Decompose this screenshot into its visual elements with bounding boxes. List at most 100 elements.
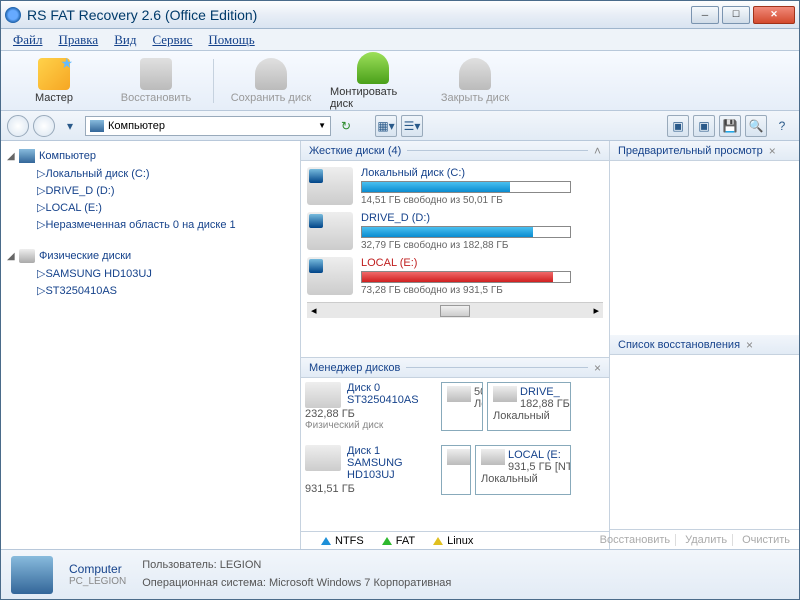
wizard-icon	[38, 58, 70, 90]
address-text: Компьютер	[108, 120, 165, 132]
save-disk-button[interactable]: Сохранить диск	[226, 56, 316, 106]
expand-icon[interactable]: ▷	[37, 218, 45, 231]
tree-drive-d-label: DRIVE_D (D:)	[45, 185, 114, 197]
disk-size: 931,51 ГБ	[305, 483, 435, 495]
user-label: Пользователь:	[142, 559, 216, 571]
expand-icon[interactable]: ▷	[37, 184, 45, 197]
close-icon[interactable]: ×	[769, 144, 776, 158]
tree-phy-2[interactable]: ▷ST3250410AS	[7, 282, 294, 299]
user-value: LEGION	[220, 559, 262, 571]
tree-phy1-label: SAMSUNG HD103UJ	[45, 268, 151, 280]
address-bar[interactable]: Компьютер ▼	[85, 116, 331, 136]
nav-forward-button[interactable]	[33, 115, 55, 137]
hdd-icon	[19, 249, 35, 263]
disk-icon	[305, 382, 341, 408]
expand-icon[interactable]: ▷	[37, 267, 45, 280]
menubar: Файл Правка Вид Сервис Помощь	[1, 29, 799, 51]
icon-btn-2[interactable]: ▣	[693, 115, 715, 137]
icon-btn-1[interactable]: ▣	[667, 115, 689, 137]
tree-physical-label: Физические диски	[39, 250, 131, 262]
computer-icon	[19, 149, 35, 163]
group-button[interactable]: ☰▾	[401, 115, 423, 137]
partition[interactable]: DRIVE_182,88 ГБ [Локальный	[487, 382, 571, 431]
window-controls: ─ ☐ ✕	[691, 6, 795, 24]
minimize-button[interactable]: ─	[691, 6, 719, 24]
wizard-button[interactable]: Мастер	[9, 56, 99, 106]
restore-button[interactable]: Восстановить	[111, 56, 201, 106]
menu-view[interactable]: Вид	[106, 30, 144, 50]
help-icon[interactable]: ?	[771, 115, 793, 137]
restore-link[interactable]: Восстановить	[595, 534, 676, 546]
disk-row[interactable]: Диск 0 ST3250410AS 232,88 ГБ Физический …	[305, 382, 605, 431]
status-computer: Computer	[69, 562, 126, 576]
menu-edit[interactable]: Правка	[51, 30, 107, 50]
drive-icon	[307, 167, 353, 205]
tree-unalloc-label: Неразмеченная область 0 на диске 1	[45, 219, 235, 231]
address-dropdown-icon[interactable]: ▼	[318, 121, 326, 130]
close-disk-label: Закрыть диск	[441, 92, 509, 104]
computer-icon	[90, 120, 104, 132]
tree-drive-c[interactable]: ▷Локальный диск (C:)	[7, 165, 294, 182]
refresh-button[interactable]: ↻	[335, 115, 357, 137]
main-toolbar: Мастер Восстановить Сохранить диск Монти…	[1, 51, 799, 111]
chevron-up-icon[interactable]: ˄	[594, 144, 601, 158]
drive-row[interactable]: Локальный диск (C:) 14,51 ГБ свободно из…	[307, 167, 603, 206]
disk-type: Физический диск	[305, 420, 435, 431]
nav-back-button[interactable]	[7, 115, 29, 137]
main-area: ◢ Компьютер ▷Локальный диск (C:) ▷DRIVE_…	[1, 141, 799, 549]
search-icon[interactable]: 🔍	[745, 115, 767, 137]
diskmgr-title: Менеджер дисков	[309, 362, 400, 374]
diskmgr-header: Менеджер дисков ×	[301, 358, 609, 378]
mount-disk-button[interactable]: Монтировать диск	[328, 50, 418, 112]
partition[interactable]: 50,0Лок	[441, 382, 483, 431]
menu-file[interactable]: Файл	[5, 30, 51, 50]
tree-drive-e-label: LOCAL (E:)	[45, 202, 101, 214]
expand-icon[interactable]: ▷	[37, 201, 45, 214]
expand-icon[interactable]: ▷	[37, 284, 45, 297]
triangle-icon	[382, 537, 392, 545]
part-icon	[493, 386, 517, 402]
part-icon	[447, 449, 471, 465]
tree-drive-d[interactable]: ▷DRIVE_D (D:)	[7, 182, 294, 199]
drive-free: 32,79 ГБ свободно из 182,88 ГБ	[361, 240, 603, 251]
tree-phy-1[interactable]: ▷SAMSUNG HD103UJ	[7, 265, 294, 282]
status-pcname: PC_LEGION	[69, 576, 126, 587]
close-button[interactable]: ✕	[753, 6, 795, 24]
close-icon[interactable]: ×	[594, 361, 601, 375]
drive-icon	[307, 257, 353, 295]
restore-icon	[140, 58, 172, 90]
tree-drive-e[interactable]: ▷LOCAL (E:)	[7, 199, 294, 216]
fs-legend: NTFS FAT Linux	[301, 531, 609, 549]
menu-help[interactable]: Помощь	[200, 30, 262, 50]
nav-dropdown-icon[interactable]: ▾	[59, 115, 81, 137]
usage-bar	[361, 181, 571, 193]
delete-link[interactable]: Удалить	[680, 534, 733, 546]
drive-name: DRIVE_D (D:)	[361, 212, 603, 224]
drive-row[interactable]: DRIVE_D (D:) 32,79 ГБ свободно из 182,88…	[307, 212, 603, 251]
view-mode-button[interactable]: ▦▾	[375, 115, 397, 137]
disk-row[interactable]: Диск 1 SAMSUNG HD103UJ 931,51 ГБ 7, LOCA…	[305, 445, 605, 495]
drive-row[interactable]: LOCAL (E:) 73,28 ГБ свободно из 931,5 ГБ	[307, 257, 603, 296]
status-bar: Computer PC_LEGION Пользователь: LEGION …	[1, 549, 799, 599]
menu-service[interactable]: Сервис	[144, 30, 200, 50]
collapse-icon[interactable]: ◢	[7, 151, 19, 162]
expand-icon[interactable]: ▷	[37, 167, 45, 180]
partition[interactable]: 7,	[441, 445, 471, 495]
preview-body	[610, 161, 799, 335]
close-icon[interactable]: ×	[746, 338, 753, 352]
recovery-title: Список восстановления	[618, 339, 740, 351]
drive-name: LOCAL (E:)	[361, 257, 603, 269]
clear-link[interactable]: Очистить	[737, 534, 795, 546]
tree-unallocated[interactable]: ▷Неразмеченная область 0 на диске 1	[7, 216, 294, 233]
partition[interactable]: LOCAL (E:931,5 ГБ [NTFЛокальный	[475, 445, 571, 495]
collapse-icon[interactable]: ◢	[7, 251, 19, 262]
maximize-button[interactable]: ☐	[722, 6, 750, 24]
tree-computer[interactable]: ◢ Компьютер	[7, 147, 294, 165]
usage-bar	[361, 226, 571, 238]
save-button[interactable]: 💾	[719, 115, 741, 137]
preview-header: Предварительный просмотр ×	[610, 141, 799, 161]
tree-physical[interactable]: ◢ Физические диски	[7, 247, 294, 265]
close-disk-button[interactable]: Закрыть диск	[430, 56, 520, 106]
horizontal-scrollbar[interactable]: ◂▸	[307, 302, 603, 318]
drive-free: 14,51 ГБ свободно из 50,01 ГБ	[361, 195, 603, 206]
